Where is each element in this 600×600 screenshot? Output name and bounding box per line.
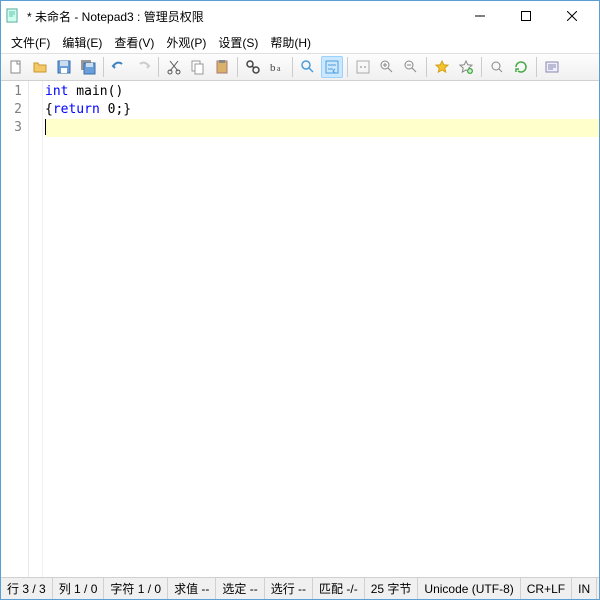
status-eval[interactable]: 求值 -- <box>168 578 216 599</box>
status-bytes[interactable]: 25 字节 <box>365 578 419 599</box>
separator <box>481 57 482 77</box>
settings-icon[interactable] <box>541 56 563 78</box>
cut-icon[interactable] <box>163 56 185 78</box>
status-sellines[interactable]: 选行 -- <box>265 578 313 599</box>
status-match[interactable]: 匹配 -/- <box>313 578 365 599</box>
separator <box>158 57 159 77</box>
titlebar: * 未命名 - Notepad3 : 管理员权限 <box>1 1 599 31</box>
word-wrap-icon[interactable] <box>321 56 343 78</box>
status-mode[interactable]: IN <box>572 578 597 599</box>
zoom-reset-icon[interactable] <box>486 56 508 78</box>
code-line-current <box>45 119 599 137</box>
code-content[interactable]: int main() {return 0;} <box>43 81 599 577</box>
window-controls <box>457 1 595 31</box>
menu-view[interactable]: 查看(V) <box>108 32 160 53</box>
separator <box>426 57 427 77</box>
status-char[interactable]: 字符 1 / 0 <box>104 578 168 599</box>
open-file-icon[interactable] <box>29 56 51 78</box>
save-all-icon[interactable] <box>77 56 99 78</box>
separator <box>292 57 293 77</box>
menu-settings[interactable]: 设置(S) <box>212 32 264 53</box>
svg-text:b: b <box>270 62 276 74</box>
zoom-icon[interactable] <box>297 56 319 78</box>
toolbar: ba <box>1 53 599 81</box>
find-icon[interactable] <box>242 56 264 78</box>
separator <box>347 57 348 77</box>
separator <box>237 57 238 77</box>
fold-margin <box>29 81 43 577</box>
code-line: {return 0;} <box>45 101 599 119</box>
refresh-icon[interactable] <box>510 56 532 78</box>
save-icon[interactable] <box>53 56 75 78</box>
menubar: 文件(F) 编辑(E) 查看(V) 外观(P) 设置(S) 帮助(H) <box>1 31 599 53</box>
svg-text:a: a <box>277 64 281 73</box>
text-cursor <box>45 119 46 135</box>
minimize-button[interactable] <box>457 1 503 31</box>
status-sel[interactable]: 选定 -- <box>216 578 264 599</box>
separator <box>536 57 537 77</box>
line-number: 1 <box>1 83 22 101</box>
maximize-button[interactable] <box>503 1 549 31</box>
line-gutter: 1 2 3 <box>1 81 29 577</box>
statusbar: 行 3 / 3 列 1 / 0 字符 1 / 0 求值 -- 选定 -- 选行 … <box>1 577 599 599</box>
app-icon <box>5 8 21 24</box>
menu-help[interactable]: 帮助(H) <box>264 32 317 53</box>
close-button[interactable] <box>549 1 595 31</box>
favorite-icon[interactable] <box>431 56 453 78</box>
status-line[interactable]: 行 3 / 3 <box>1 578 53 599</box>
menu-appearance[interactable]: 外观(P) <box>160 32 212 53</box>
separator <box>103 57 104 77</box>
status-col[interactable]: 列 1 / 0 <box>53 578 105 599</box>
line-number: 2 <box>1 101 22 119</box>
menu-edit[interactable]: 编辑(E) <box>56 32 108 53</box>
copy-icon[interactable] <box>187 56 209 78</box>
new-file-icon[interactable] <box>5 56 27 78</box>
window-title: * 未命名 - Notepad3 : 管理员权限 <box>27 8 457 25</box>
zoom-in-icon[interactable] <box>376 56 398 78</box>
undo-icon[interactable] <box>108 56 130 78</box>
line-number: 3 <box>1 119 22 137</box>
paste-icon[interactable] <box>211 56 233 78</box>
code-line: int main() <box>45 83 599 101</box>
editor-area[interactable]: 1 2 3 int main() {return 0;} <box>1 81 599 577</box>
status-eol[interactable]: CR+LF <box>521 578 572 599</box>
redo-icon[interactable] <box>132 56 154 78</box>
status-encoding[interactable]: Unicode (UTF-8) <box>418 578 520 599</box>
replace-icon[interactable]: ba <box>266 56 288 78</box>
add-favorite-icon[interactable] <box>455 56 477 78</box>
zoom-out-icon[interactable] <box>400 56 422 78</box>
show-whitespace-icon[interactable] <box>352 56 374 78</box>
menu-file[interactable]: 文件(F) <box>5 32 56 53</box>
